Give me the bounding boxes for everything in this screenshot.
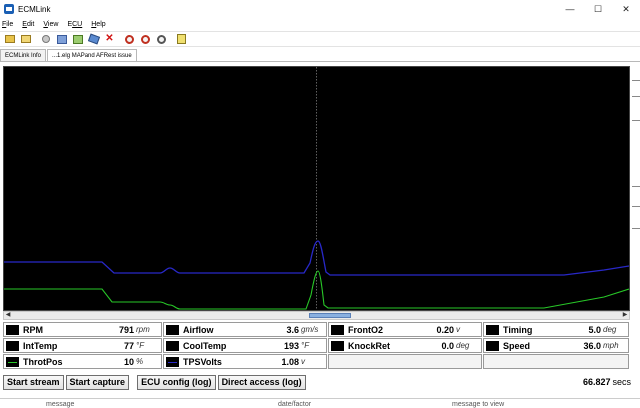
swatch-line [8,361,17,363]
pin-button[interactable] [39,33,52,46]
zoom-in-button[interactable] [123,33,136,46]
pin-icon [41,35,50,43]
tool-icon [87,33,100,45]
swatch-icon [166,324,179,335]
gauge-airflow[interactable]: Airflow 3.6 gm/s [163,322,327,337]
minimize-button[interactable]: — [556,0,584,18]
swatch-icon [331,340,344,351]
gauge-knockret[interactable]: KnockRet 0.0 deg [328,338,482,353]
delete-icon: ✕ [105,33,114,44]
title-bar: ECMLink — ☐ ✕ [0,0,640,18]
document-button[interactable] [175,33,188,46]
gauge-cooltemp[interactable]: CoolTemp 193 °F [163,338,327,353]
gauge-empty [328,354,482,369]
ecu-config-button[interactable]: ECU config (log) [137,374,216,390]
scroll-left-icon[interactable]: ◀ [4,312,12,319]
menu-ecu[interactable]: ECU [67,21,82,28]
zoom-fit-icon [157,34,166,44]
document-icon [177,34,186,44]
swatch-icon [6,324,19,335]
swatch-icon [331,324,344,335]
swatch-icon [166,340,179,351]
menu-file[interactable]: File [2,21,13,28]
open-folder-button[interactable] [19,33,32,46]
tab-ecmlink-info[interactable]: ECMLink Info [0,49,47,61]
gauge-timing[interactable]: Timing 5.0 deg [483,322,629,337]
gauge-inttemp[interactable]: IntTemp 77 °F [3,338,162,353]
log-chart-svg [4,67,629,310]
window-icon [56,34,67,44]
gauge-empty [483,354,629,369]
scroll-thumb[interactable] [309,313,351,318]
background-window-strip: message date/factor message to view [0,398,640,408]
folder-icon [4,35,15,43]
zoom-out-icon [141,34,150,44]
right-edge [630,66,640,311]
direct-access-button[interactable]: Direct access (log) [217,374,306,390]
log-chart[interactable] [3,66,630,311]
gauge-tpsvolts[interactable]: TPSVolts 1.08 v [163,354,327,369]
zoom-out-button[interactable] [139,33,152,46]
tab-log-file[interactable]: ...1.elg MAPand AFRest issue [47,49,137,61]
elapsed-time: 66.827 secs [582,377,631,387]
window-title: ECMLink [18,4,51,14]
scroll-right-icon[interactable]: ▶ [621,312,629,319]
swatch-icon [486,324,499,335]
swatch-icon [6,340,19,351]
open-log-button[interactable] [3,33,16,46]
swatch-icon [486,340,499,351]
delete-button[interactable]: ✕ [103,33,116,46]
gauge-panel: RPM 791 rpm Airflow 3.6 gm/s FrontO2 0.2… [3,322,630,370]
menu-edit[interactable]: Edit [22,21,34,28]
gauge-throtpos[interactable]: ThrotPos 10 % [3,354,162,369]
swatch-icon [6,356,19,367]
menu-bar: File Edit View ECU Help [0,18,640,30]
tool-button[interactable] [87,33,100,46]
gauge-rpm[interactable]: RPM 791 rpm [3,322,162,337]
app-icon [4,4,14,14]
open-folder-icon [20,35,31,43]
toolbar: ✕ [0,31,640,47]
start-stream-button[interactable]: Start stream [3,374,64,390]
gauge-speed[interactable]: Speed 36.0 mph [483,338,629,353]
menu-help[interactable]: Help [91,21,105,28]
swatch-icon [166,356,179,367]
close-button[interactable]: ✕ [612,0,640,18]
rpm-trace [4,240,629,276]
start-capture-button[interactable]: Start capture [65,374,130,390]
chart-scrollbar[interactable]: ◀ ▶ [3,311,630,320]
window-controls: — ☐ ✕ [556,0,640,18]
swatch-line [168,361,177,363]
chart-icon [72,34,83,44]
menu-view[interactable]: View [43,21,58,28]
zoom-in-icon [125,34,134,44]
zoom-fit-button[interactable] [155,33,168,46]
tab-bar: ECMLink Info ...1.elg MAPand AFRest issu… [0,48,640,62]
window-button[interactable] [55,33,68,46]
bottom-bar: Start stream Start capture ECU config (l… [3,374,640,390]
maximize-button[interactable]: ☐ [584,0,612,18]
chart-button[interactable] [71,33,84,46]
gauge-fronto2[interactable]: FrontO2 0.20 v [328,322,482,337]
